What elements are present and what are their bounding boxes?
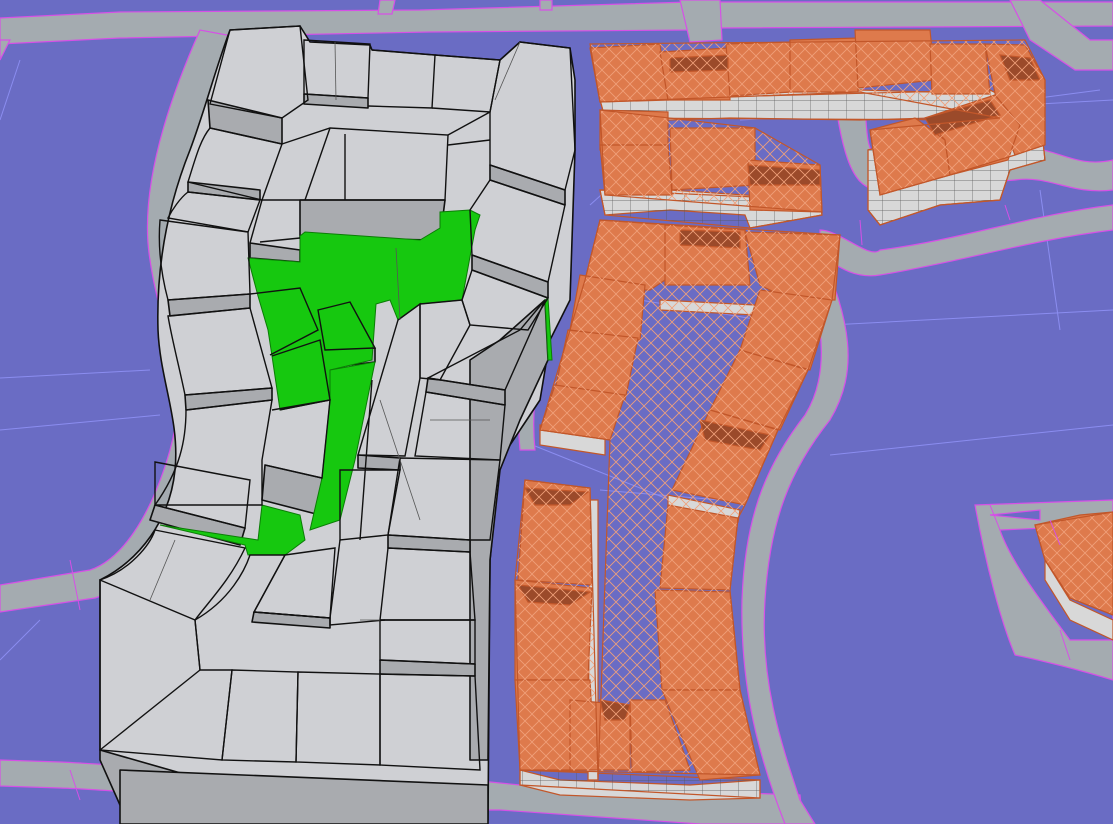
3d-scene-canvas[interactable] bbox=[0, 0, 1113, 824]
3d-viewport[interactable] bbox=[0, 0, 1113, 824]
